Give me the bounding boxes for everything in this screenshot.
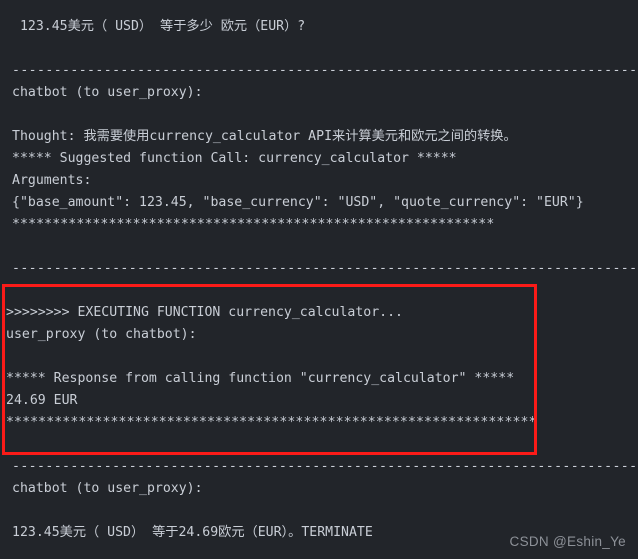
console-line-speaker: chatbot (to user_proxy): — [12, 85, 203, 100]
console-line-function-response-header: ***** Response from calling function "cu… — [6, 371, 515, 386]
console-line-speaker: chatbot (to user_proxy): — [12, 481, 203, 496]
console-line: 123.45美元（ USD） 等于多少 欧元（EUR）? — [12, 19, 306, 34]
console-line-stars: ****************************************… — [12, 217, 495, 232]
console-line-arguments-json: {"base_amount": 123.45, "base_currency":… — [12, 195, 584, 210]
console-line-function-result: 24.69 EUR — [6, 393, 78, 408]
console-line-thought: Thought: 我需要使用currency_calculator API来计算… — [12, 129, 517, 144]
console-separator: ----------------------------------------… — [12, 261, 638, 276]
console-line-suggested-call: ***** Suggested function Call: currency_… — [12, 151, 457, 166]
terminal-output: 123.45美元（ USD） 等于多少 欧元（EUR）? -----------… — [0, 0, 638, 559]
console-separator: ----------------------------------------… — [12, 63, 638, 78]
console-line-executing-function: >>>>>>>> EXECUTING FUNCTION currency_cal… — [6, 305, 403, 320]
watermark-label: CSDN @Eshin_Ye — [509, 534, 626, 549]
console-line-stars: ****************************************… — [6, 415, 537, 430]
console-line-speaker: user_proxy (to chatbot): — [6, 327, 197, 342]
console-line-arguments-label: Arguments: — [12, 173, 92, 188]
console-separator: ----------------------------------------… — [12, 459, 638, 474]
